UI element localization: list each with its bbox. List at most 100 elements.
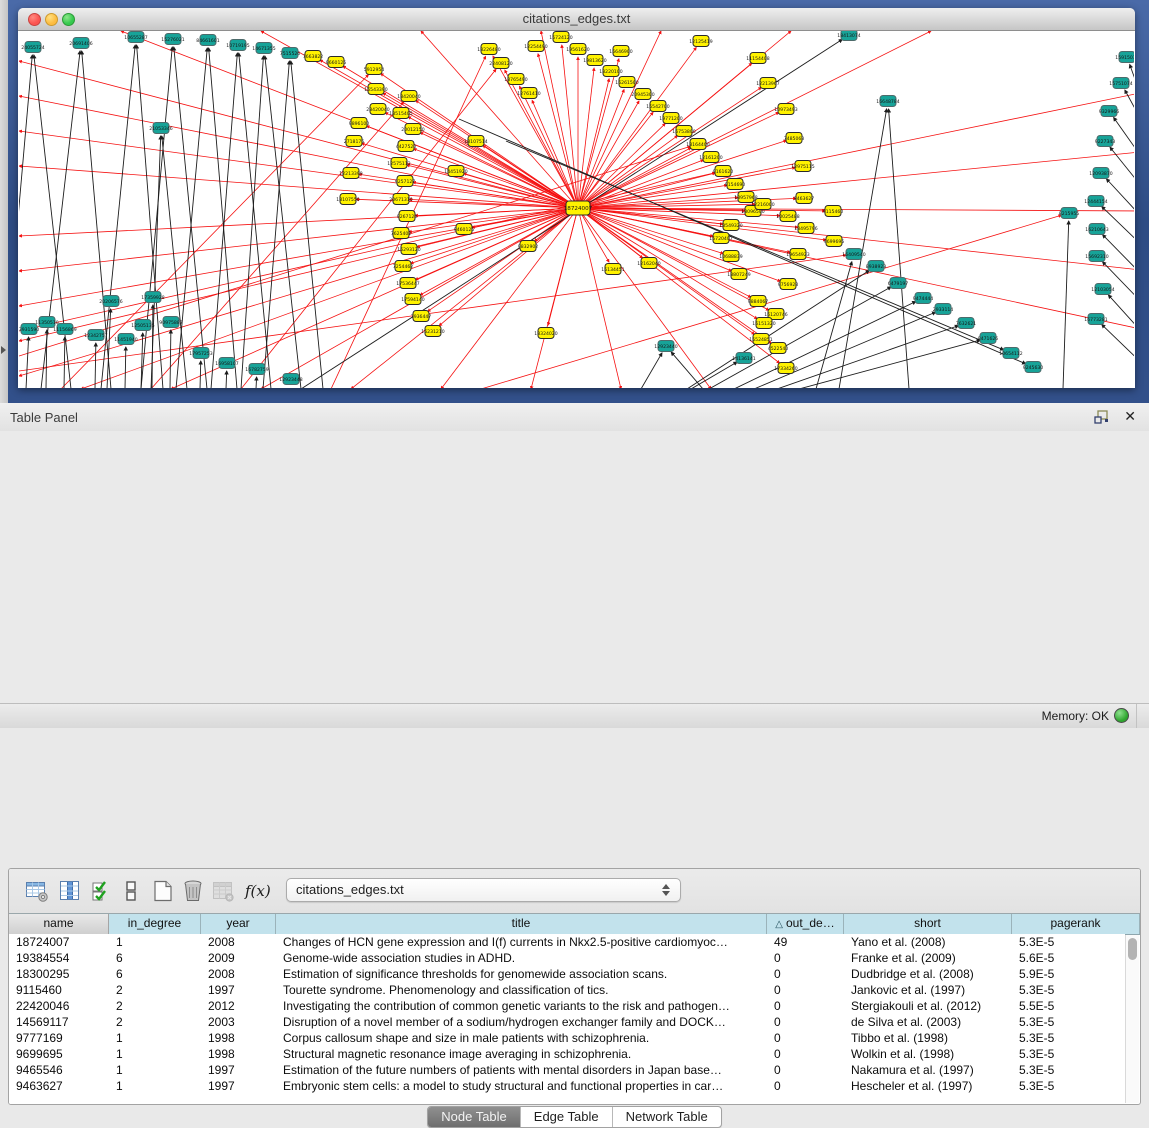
table-cell: 1 xyxy=(109,934,201,950)
graph-node-label: 9460125 xyxy=(454,227,475,233)
graph-node-label: 9660125 xyxy=(326,60,347,66)
table-tabs: Node TableEdge TableNetwork Table xyxy=(0,1106,1149,1128)
column-header-year[interactable]: year xyxy=(201,914,276,934)
table-cell: de Silva et al. (2003) xyxy=(844,1014,1012,1030)
collapse-arrow-icon[interactable] xyxy=(1,346,6,354)
tab-node-table[interactable]: Node Table xyxy=(428,1107,521,1127)
graph-node-label: 12125419 xyxy=(689,39,712,45)
table-cell: 1998 xyxy=(201,1046,276,1062)
window-titlebar[interactable]: citations_edges.txt xyxy=(18,8,1135,31)
graph-node-label: 11451940 xyxy=(114,337,137,343)
table-cell: 1997 xyxy=(201,982,276,998)
import-table-icon-disabled xyxy=(211,879,235,903)
table-cell: 1998 xyxy=(201,1030,276,1046)
table-row[interactable]: 2242004622012Investigating the contribut… xyxy=(9,998,1125,1014)
row-layout-icon[interactable] xyxy=(119,879,143,903)
memory-status-label: Memory: OK xyxy=(1042,709,1109,723)
graph-node-label: 18807249 xyxy=(727,272,750,278)
table-cell: 5.5E-5 xyxy=(1012,998,1125,1014)
vertical-scrollbar[interactable] xyxy=(1125,935,1139,1103)
graph-node-label: 16261500 xyxy=(615,80,638,86)
close-panel-icon[interactable]: ✕ xyxy=(1124,408,1136,425)
graph-node-label: 12103054 xyxy=(1091,287,1114,293)
graph-node-label: 9832902 xyxy=(518,244,539,250)
float-window-icon[interactable] xyxy=(1094,410,1109,424)
delete-column-icon[interactable] xyxy=(181,879,205,903)
table-cell: Changes of HCN gene expression and I(f) … xyxy=(276,934,767,950)
column-header-in_degree[interactable]: in_degree xyxy=(109,914,201,934)
graph-node-label: 18324020 xyxy=(534,331,557,337)
table-panel-header: Table Panel ✕ xyxy=(0,403,1149,432)
table-cell: 5.3E-5 xyxy=(1012,1014,1125,1030)
new-column-icon[interactable] xyxy=(151,879,175,903)
graph-node-label: 7625402 xyxy=(391,231,412,237)
table-row[interactable]: 946362711997Embryonic stem cells: a mode… xyxy=(9,1078,1125,1094)
graph-node-label: 9463627 xyxy=(794,196,815,202)
graph-node-label: 15751074 xyxy=(1109,81,1132,87)
graph-node-label: 7515526 xyxy=(280,51,301,57)
tab-network-table[interactable]: Network Table xyxy=(613,1107,721,1127)
graph-node-label: 7663822 xyxy=(303,54,324,60)
graph-node-label: 9154690 xyxy=(725,182,746,188)
graph-node-label: 17957253 xyxy=(189,351,212,357)
column-header-name[interactable]: name xyxy=(9,914,109,934)
graph-node-label: 15915038 xyxy=(1115,55,1134,61)
graph-node-label: 84661601 xyxy=(196,38,219,44)
graph-node-label: 15542700 xyxy=(646,104,669,110)
table-row[interactable]: 969969511998Structural magnetic resonanc… xyxy=(9,1046,1125,1062)
show-columns-icon[interactable] xyxy=(58,879,82,903)
table-panel-body: f(x) citations_edges.txt namein_degreeye… xyxy=(0,431,1149,703)
graph-node-label: 14136141 xyxy=(732,356,755,362)
table-row[interactable]: 1830029562008Estimation of significance … xyxy=(9,966,1125,982)
graph-node-label: 17359928 xyxy=(141,295,164,301)
table-mode-icon[interactable] xyxy=(25,879,49,903)
graph-node-label: 21053346 xyxy=(149,126,172,132)
column-header-pagerank[interactable]: pagerank xyxy=(1012,914,1140,934)
column-header-out_de[interactable]: △out_de… xyxy=(767,914,844,934)
graph-node-label: 12923440 xyxy=(654,344,677,350)
table-selector-dropdown[interactable]: citations_edges.txt xyxy=(286,878,681,902)
table-cell: 19384554 xyxy=(9,950,109,966)
table-cell: Structural magnetic resonance image aver… xyxy=(276,1046,767,1062)
table-cell: 5.6E-5 xyxy=(1012,950,1125,966)
graph-node-label: 18765490 xyxy=(504,77,527,83)
table-cell: 1 xyxy=(109,1030,201,1046)
scrollbar-thumb[interactable] xyxy=(1128,938,1137,960)
graph-node-label: 10654112 xyxy=(999,351,1022,357)
table-cell: 18724007 xyxy=(9,934,109,950)
table-cell: 1 xyxy=(109,1062,201,1078)
column-header-title[interactable]: title xyxy=(276,914,767,934)
graph-node-label: 15134451 xyxy=(601,267,624,273)
network-view-window: citations_edges.txt 24055724206914061065… xyxy=(18,8,1135,388)
column-header-short[interactable]: short xyxy=(844,914,1012,934)
graph-node-label: 20945300 xyxy=(631,92,654,98)
table-row[interactable]: 911546021997Tourette syndrome. Phenomeno… xyxy=(9,982,1125,998)
panel-title: Table Panel xyxy=(10,410,78,425)
graph-node-label: 10688839 xyxy=(719,254,742,260)
network-canvas[interactable]: 2405572420691406106552871527602184661601… xyxy=(19,31,1134,388)
table-cell: 0 xyxy=(767,1046,844,1062)
memory-ok-icon[interactable] xyxy=(1114,708,1129,723)
graph-node-label: 16120746 xyxy=(764,312,787,318)
table-row[interactable]: 946554611997Estimation of the future num… xyxy=(9,1062,1125,1078)
graph-node-label: 12161200 xyxy=(699,155,722,161)
graph-node-label: 18164400 xyxy=(686,142,709,148)
function-builder-icon[interactable]: f(x) xyxy=(245,882,269,906)
table-row[interactable]: 1872400712008Changes of HCN gene express… xyxy=(9,934,1125,950)
graph-node-label: 12575112 xyxy=(387,161,410,167)
table-cell: 6 xyxy=(109,966,201,982)
graph-node-label: 16773281 xyxy=(1084,317,1107,323)
tab-edge-table[interactable]: Edge Table xyxy=(521,1107,613,1127)
select-rows-icon[interactable] xyxy=(90,879,114,903)
table-row[interactable]: 1938455462009Genome-wide association stu… xyxy=(9,950,1125,966)
graph-node-label: 16409540 xyxy=(842,252,865,258)
graph-node-label: 16151320 xyxy=(752,321,775,327)
table-row[interactable]: 1456911722003Disruption of a novel membe… xyxy=(9,1014,1125,1030)
graph-node-label: 20691406 xyxy=(69,41,92,47)
table-cell: 2 xyxy=(109,1014,201,1030)
graph-node-label: 16231210 xyxy=(421,329,444,335)
graph-node-label: 4522540 xyxy=(768,346,789,352)
graph-node-label: 9245630 xyxy=(1023,365,1044,371)
table-row[interactable]: 977716911998Corpus callosum shape and si… xyxy=(9,1030,1125,1046)
table-selector-value: citations_edges.txt xyxy=(296,882,404,897)
